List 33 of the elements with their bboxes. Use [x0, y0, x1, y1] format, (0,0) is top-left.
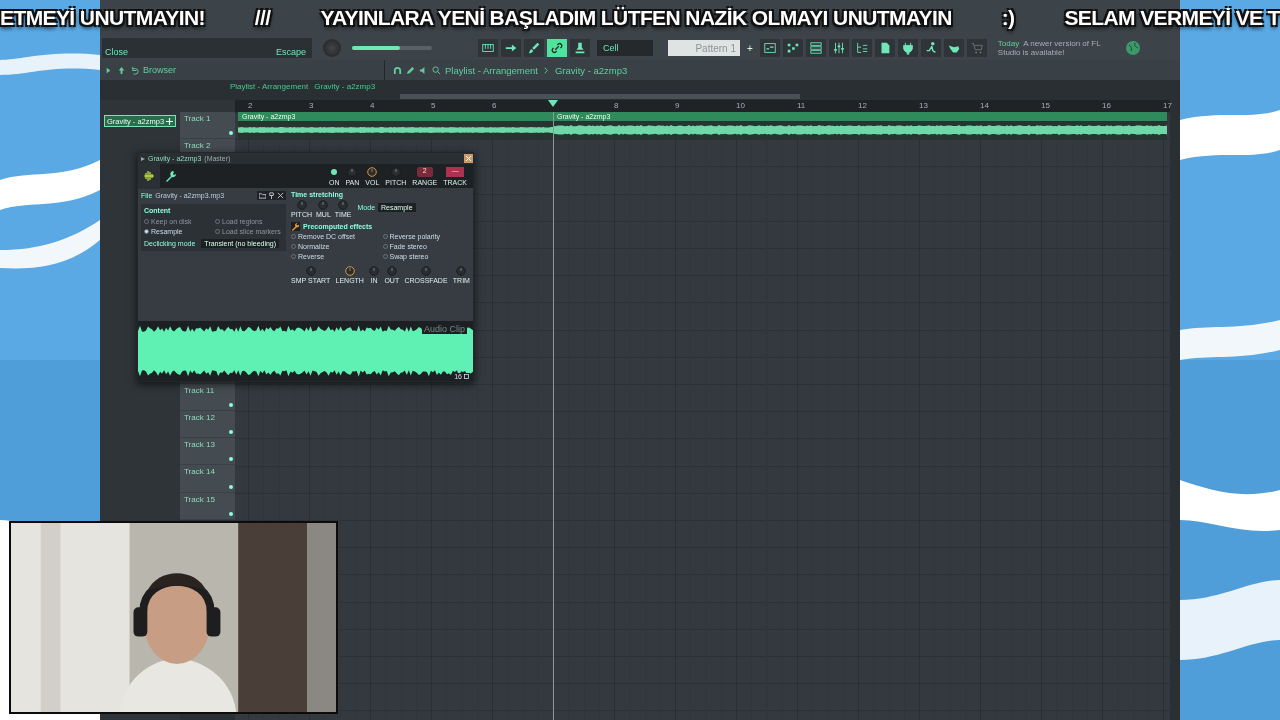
- bar-number: 12: [858, 101, 867, 110]
- bar-number: 17: [1163, 101, 1172, 110]
- playlist-window-pattern: Gravity - a2zmp3: [314, 81, 376, 91]
- bar-number: 2: [248, 101, 253, 110]
- pattern-name: Gravity - a2zmp3: [554, 64, 628, 76]
- track-name: Track 2: [184, 141, 211, 151]
- playlist-title: Playlist - Arrangement: [445, 64, 538, 76]
- clip-caption: Audio Clip: [421, 324, 467, 334]
- track-name: Track 12: [184, 413, 215, 423]
- hint-text: Close: [105, 47, 128, 57]
- bar-number: 3: [309, 101, 314, 110]
- bar-number: 6: [492, 101, 497, 110]
- track-name: Track 1: [184, 114, 211, 123]
- track-name: Track 13: [184, 440, 215, 450]
- bar-number: 14: [980, 101, 989, 110]
- browser-title: Browser: [143, 65, 176, 75]
- bar-number: 5: [431, 101, 436, 110]
- bar-number: 8: [614, 101, 619, 110]
- banner-text: :): [1001, 6, 1015, 30]
- bar-number: 10: [736, 101, 745, 110]
- hint-shortcut: Escape: [275, 47, 306, 57]
- banner-text: ///: [254, 6, 271, 30]
- playlist-window-title: Playlist - Arrangement: [230, 81, 309, 91]
- track-name: Track 15: [184, 494, 215, 504]
- track-name: Track 14: [184, 467, 215, 477]
- banner-text: YAYINLARA YENİ BAŞLADIM LÜTFEN NAZİK OLMAYI UNUTMAYIN: [320, 6, 952, 30]
- bar-number: 13: [919, 101, 928, 110]
- bar-number: 16: [1102, 101, 1111, 110]
- bar-number: 4: [370, 101, 375, 110]
- bar-number: 9: [675, 101, 680, 110]
- track-name: Track 11: [184, 385, 215, 395]
- bar-number: 11: [797, 101, 806, 110]
- bar-number: 15: [1041, 101, 1050, 110]
